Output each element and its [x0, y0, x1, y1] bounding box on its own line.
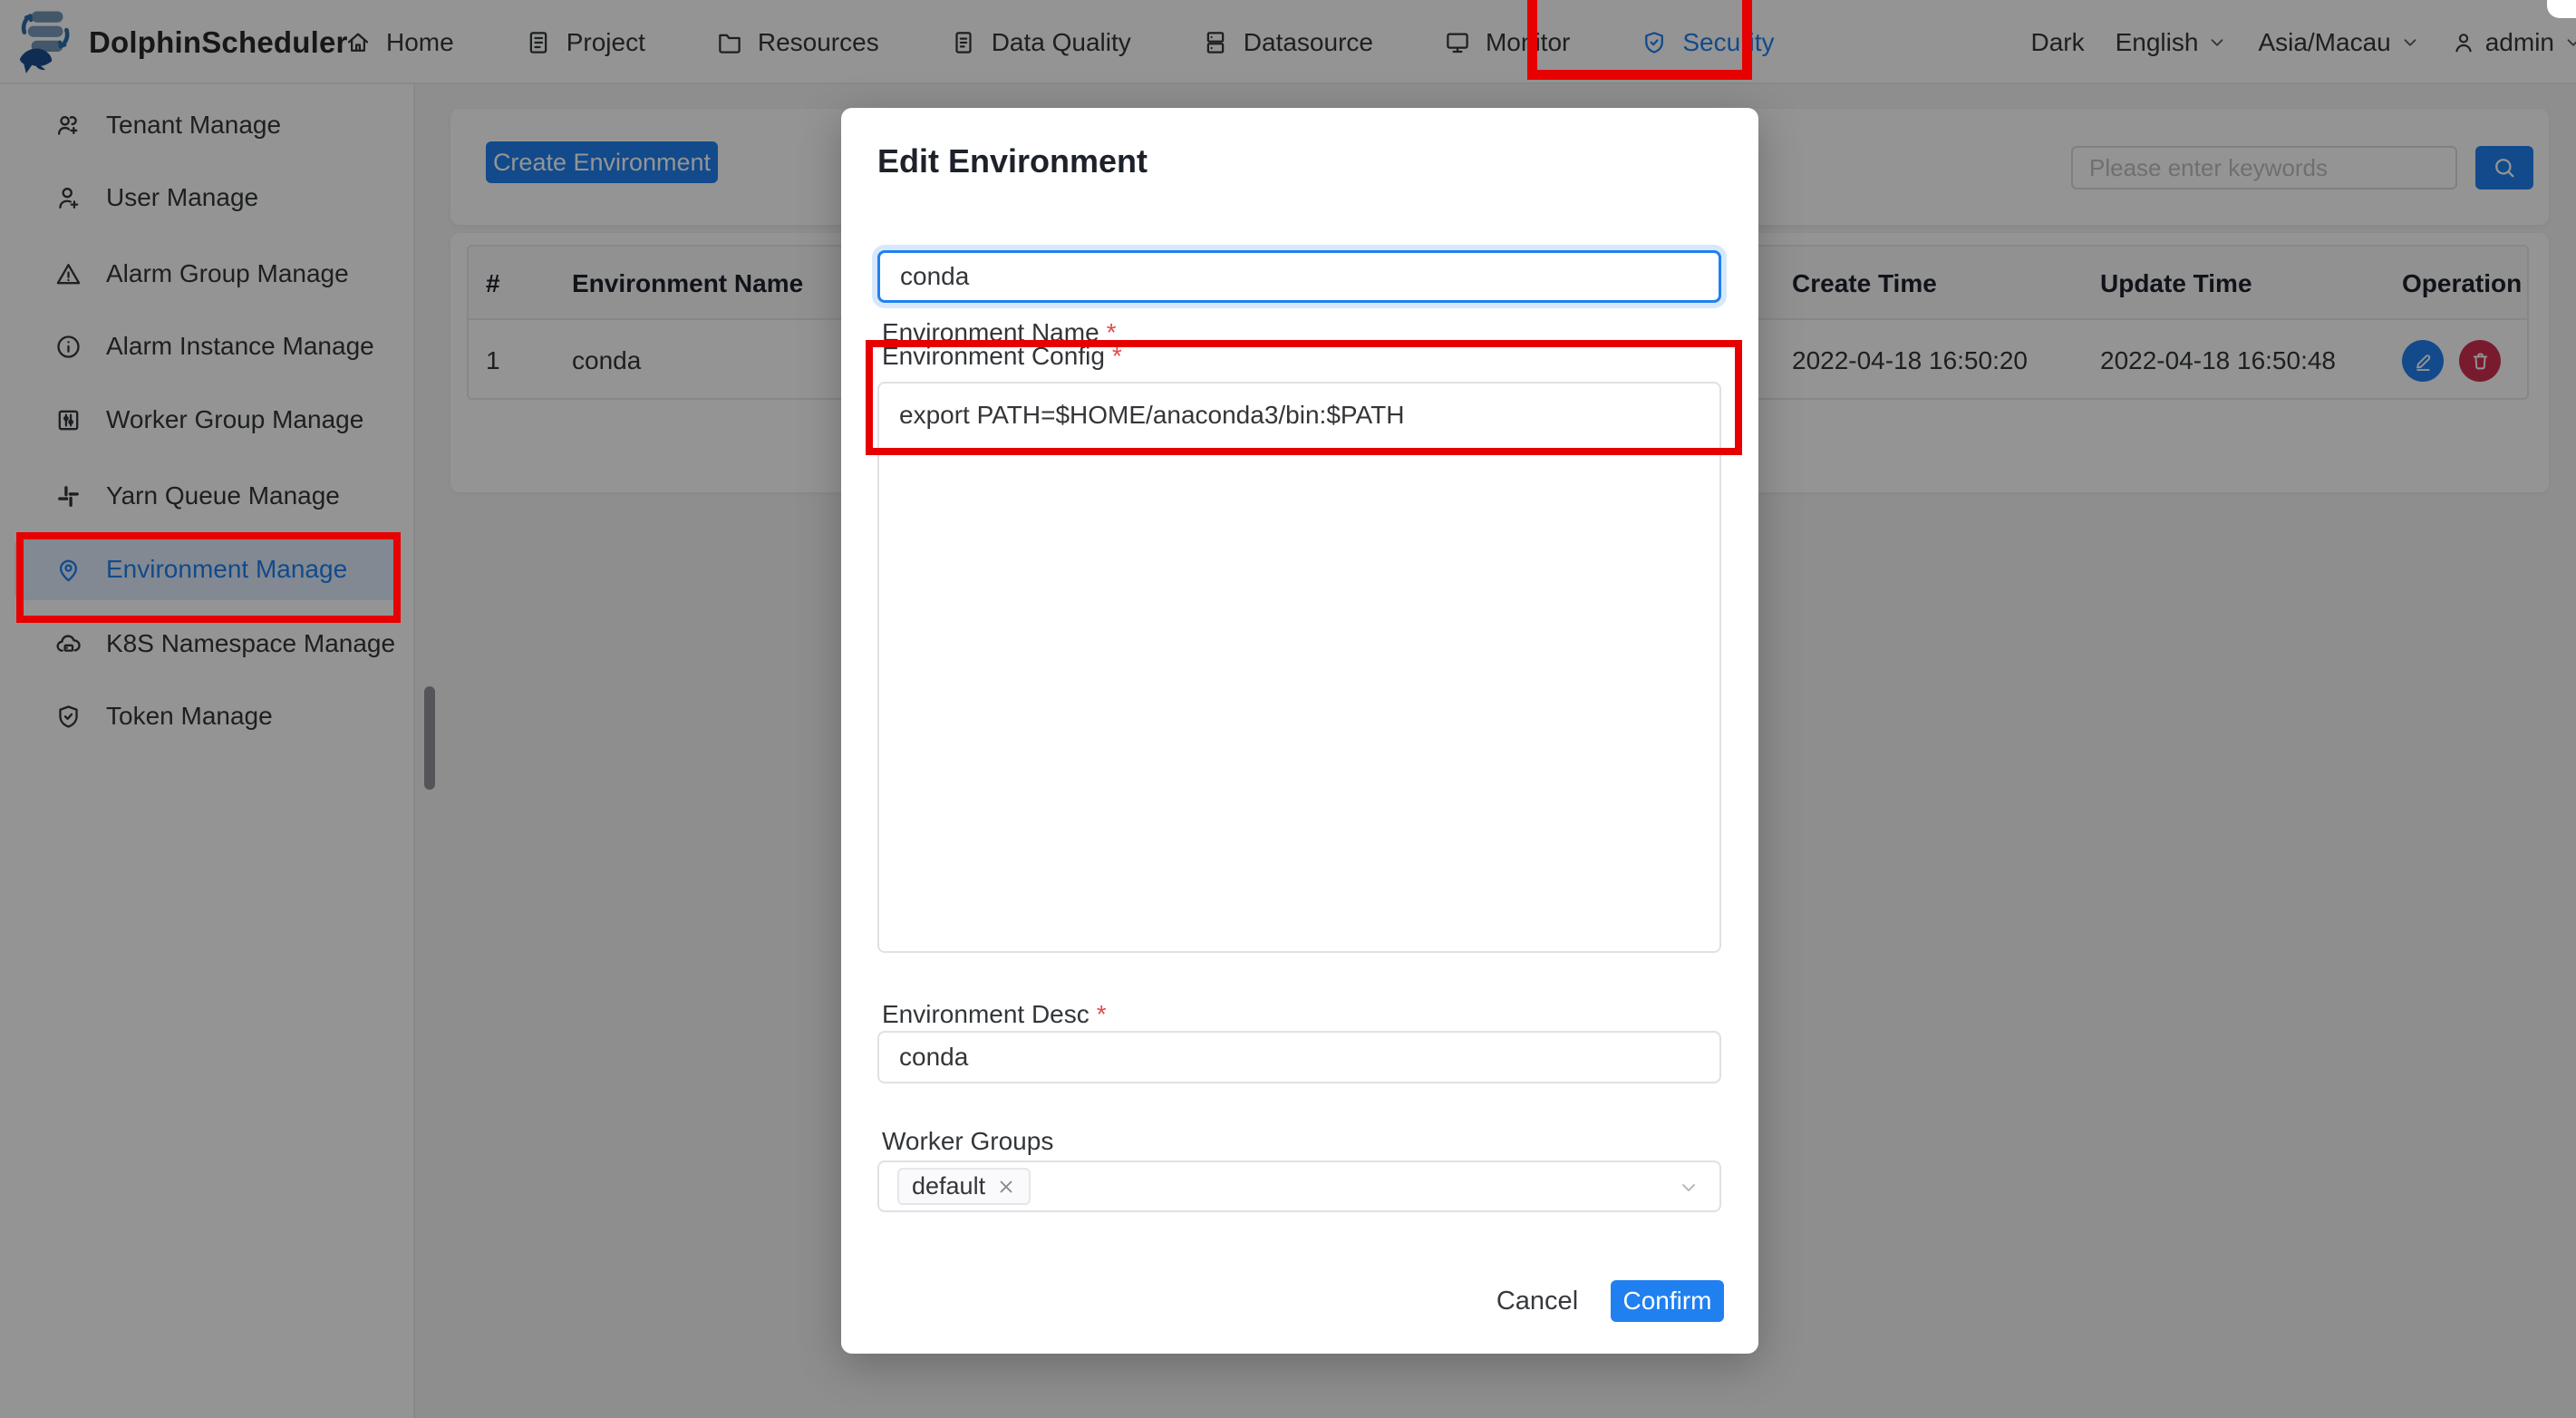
required-asterisk: * [1112, 342, 1122, 370]
worker-group-tag: default [897, 1168, 1031, 1205]
required-asterisk: * [1097, 1000, 1107, 1028]
corner-popup-fragment [2547, 0, 2576, 18]
environment-config-textarea[interactable]: export PATH=$HOME/anaconda3/bin:$PATH [877, 382, 1721, 953]
worker-groups-label: Worker Groups [882, 1127, 1053, 1156]
confirm-button[interactable]: Confirm [1611, 1280, 1724, 1322]
remove-tag-icon[interactable] [996, 1177, 1016, 1197]
environment-desc-label: Environment Desc* [882, 1000, 1107, 1029]
worker-groups-select[interactable]: default [877, 1161, 1721, 1212]
dialog-title: Edit Environment [877, 142, 1148, 180]
chevron-down-icon [1678, 1177, 1700, 1199]
environment-name-input[interactable] [877, 250, 1721, 303]
edit-environment-dialog: Edit Environment Environment Name* Envir… [841, 108, 1758, 1354]
cancel-button[interactable]: Cancel [1492, 1280, 1583, 1322]
environment-desc-input[interactable] [877, 1031, 1721, 1083]
environment-config-label: Environment Config* [882, 342, 1122, 371]
